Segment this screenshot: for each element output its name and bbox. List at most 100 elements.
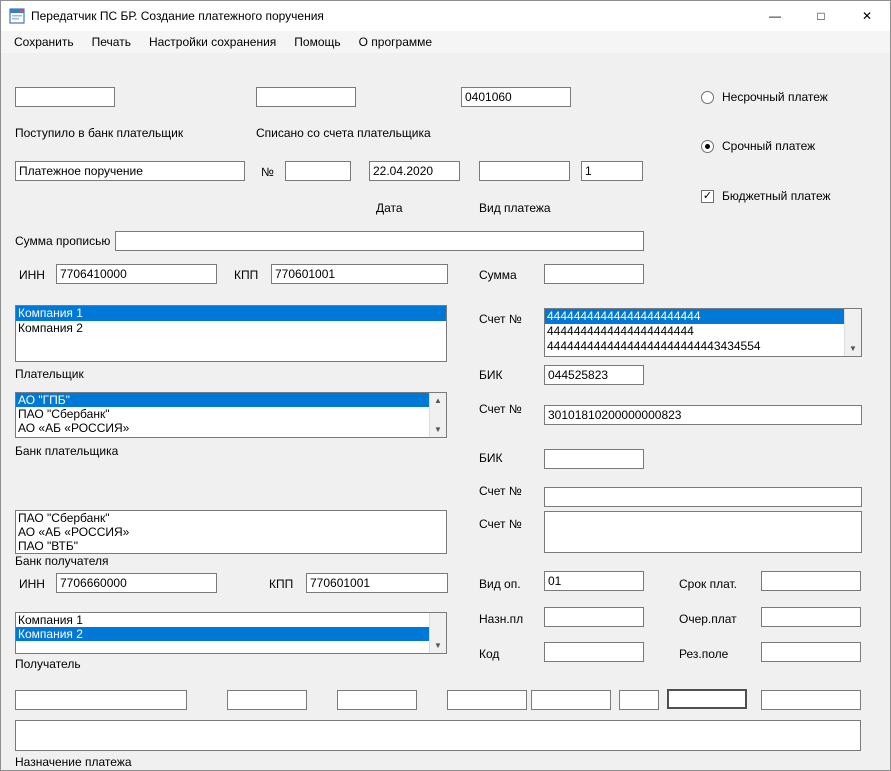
payer-inn-label: ИНН — [19, 268, 45, 282]
scrollbar[interactable]: ▼ — [844, 309, 861, 356]
vid-op-field[interactable] — [544, 571, 644, 591]
srok-plat-label: Срок плат. — [679, 577, 737, 591]
ocher-plat-label: Очер.плат — [679, 612, 737, 626]
debited-from-account-label: Списано со счета плательщика — [256, 126, 431, 140]
beneficiary-bank-label: Банк получателя — [15, 554, 108, 568]
sum-field[interactable] — [544, 264, 644, 284]
bank-mark-field[interactable] — [761, 690, 861, 710]
sum-label: Сумма — [479, 268, 517, 282]
chevron-down-icon[interactable]: ▼ — [845, 341, 861, 356]
list-item[interactable]: АО "ГПБ" — [16, 393, 430, 407]
bank-mark-field[interactable] — [337, 690, 417, 710]
payer-bank-label: Банк плательщика — [15, 444, 118, 458]
nazn-pl-label: Назн.пл — [479, 612, 523, 626]
receiver-listbox: Компания 1 Компания 2 ▼ — [15, 612, 447, 654]
radio-urgent-label: Срочный платеж — [722, 139, 815, 153]
doc-date-field[interactable] — [369, 161, 460, 181]
maximize-button[interactable]: □ — [798, 1, 844, 31]
chevron-down-icon[interactable]: ▼ — [430, 422, 446, 437]
amount-words-label: Сумма прописью — [15, 234, 110, 248]
list-item[interactable]: Компания 1 — [16, 613, 430, 627]
amount-words-field[interactable] — [115, 231, 644, 251]
radio-nonurgent-payment[interactable]: Несрочный платеж — [701, 90, 828, 104]
app-icon — [9, 8, 25, 24]
payer-label: Плательщик — [15, 367, 84, 381]
receiver-kpp-field[interactable] — [306, 573, 448, 593]
bank-mark-field[interactable] — [531, 690, 611, 710]
payer-inn-field[interactable] — [56, 264, 217, 284]
menu-print[interactable]: Печать — [83, 32, 140, 52]
payment-purpose-field[interactable] — [15, 720, 861, 751]
list-item[interactable]: ПАО "ВТБ" — [16, 539, 446, 553]
payer-listbox: Компания 1 Компания 2 — [15, 305, 447, 362]
beneficiary-bank-account-label: Счет № — [479, 484, 522, 498]
list-item[interactable]: 44444444444444444444444 — [545, 309, 845, 324]
payment-purpose-label: Назначение платежа — [15, 755, 132, 769]
bank-mark-field[interactable] — [15, 690, 187, 710]
ocher-plat-field[interactable] — [761, 607, 861, 627]
bank-mark-field[interactable] — [447, 690, 527, 710]
payer-bank-bik-label: БИК — [479, 368, 503, 382]
beneficiary-bank-bik-field[interactable] — [544, 449, 644, 469]
list-item[interactable]: 4444444444444444444444 — [545, 324, 845, 339]
receiver-account-label: Счет № — [479, 517, 522, 531]
bank-mark-field[interactable] — [227, 690, 307, 710]
menu-save[interactable]: Сохранить — [5, 32, 83, 52]
checkbox-checked-icon: ✓ — [701, 190, 714, 203]
checkbox-budget-label: Бюджетный платеж — [722, 189, 831, 203]
kod-label: Код — [479, 647, 499, 661]
nazn-pl-field[interactable] — [544, 607, 644, 627]
scrollbar[interactable]: ▲ ▼ — [429, 393, 446, 437]
payer-bank-account-label: Счет № — [479, 402, 522, 416]
vid-op-label: Вид оп. — [479, 577, 521, 591]
list-item[interactable]: АО «АБ «РОССИЯ» — [16, 525, 446, 539]
list-item[interactable]: АО «АБ «РОССИЯ» — [16, 421, 430, 435]
radio-on-icon — [701, 140, 714, 153]
doc-type-field[interactable] — [15, 161, 245, 181]
sequence-field[interactable] — [581, 161, 643, 181]
beneficiary-bank-account-field[interactable] — [544, 487, 862, 507]
window-title: Передатчик ПС БР. Создание платежного по… — [31, 9, 324, 23]
debited-from-account-field[interactable] — [256, 87, 356, 107]
bank-mark-field-focused[interactable] — [667, 689, 747, 709]
payer-account-listbox: 44444444444444444444444 4444444444444444… — [544, 308, 862, 357]
list-item[interactable]: Компания 2 — [16, 627, 430, 641]
app-window: Передатчик ПС БР. Создание платежного по… — [0, 0, 891, 771]
beneficiary-bank-listbox: ПАО "Сбербанк" АО «АБ «РОССИЯ» ПАО "ВТБ" — [15, 510, 447, 554]
menu-help[interactable]: Помощь — [285, 32, 349, 52]
receiver-inn-label: ИНН — [19, 577, 45, 591]
menu-save-settings[interactable]: Настройки сохранения — [140, 32, 285, 52]
rez-pole-field[interactable] — [761, 642, 861, 662]
list-item[interactable]: ПАО "Сбербанк" — [16, 407, 430, 421]
doc-number-label: № — [261, 165, 274, 179]
scrollbar[interactable]: ▼ — [429, 613, 446, 653]
receiver-account-field[interactable] — [544, 511, 862, 553]
chevron-up-icon[interactable]: ▲ — [430, 393, 446, 408]
payer-bank-bik-field[interactable] — [544, 365, 644, 385]
form-code-field[interactable] — [461, 87, 571, 107]
payer-kpp-field[interactable] — [271, 264, 448, 284]
received-in-bank-field[interactable] — [15, 87, 115, 107]
payer-kpp-label: КПП — [234, 268, 258, 282]
list-item[interactable]: 44444444444444444444444443434554 — [545, 339, 845, 354]
list-item[interactable]: Компания 2 — [16, 321, 446, 336]
list-item[interactable]: Компания 1 — [16, 306, 446, 321]
menu-about[interactable]: О программе — [350, 32, 441, 52]
bank-mark-field[interactable] — [619, 690, 659, 710]
radio-urgent-payment[interactable]: Срочный платеж — [701, 139, 815, 153]
kod-field[interactable] — [544, 642, 644, 662]
payment-kind-field[interactable] — [479, 161, 570, 181]
checkbox-budget-payment[interactable]: ✓ Бюджетный платеж — [701, 189, 831, 203]
receiver-label: Получатель — [15, 657, 81, 671]
payer-bank-account-field[interactable] — [544, 405, 862, 425]
receiver-inn-field[interactable] — [56, 573, 217, 593]
list-item[interactable]: ПАО "Сбербанк" — [16, 511, 446, 525]
payer-account-label: Счет № — [479, 312, 522, 326]
date-label: Дата — [376, 201, 403, 215]
srok-plat-field[interactable] — [761, 571, 861, 591]
minimize-button[interactable]: — — [752, 1, 798, 31]
chevron-down-icon[interactable]: ▼ — [430, 638, 446, 653]
radio-nonurgent-label: Несрочный платеж — [722, 90, 828, 104]
doc-number-field[interactable] — [285, 161, 351, 181]
close-button[interactable]: ✕ — [844, 1, 890, 31]
